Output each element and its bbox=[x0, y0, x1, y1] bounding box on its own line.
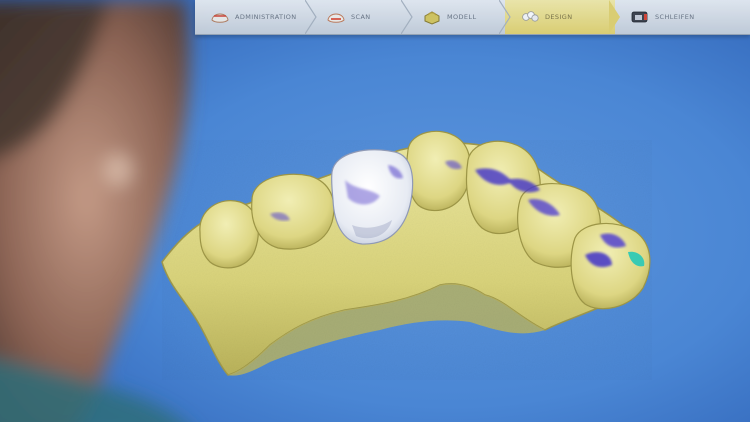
step-separator bbox=[609, 0, 620, 34]
step-schleifen[interactable]: SCHLEIFEN bbox=[615, 0, 729, 34]
step-label: SCHLEIFEN bbox=[655, 13, 695, 21]
step-label: ADMINISTRATION bbox=[235, 13, 297, 21]
step-label: SCAN bbox=[351, 13, 371, 21]
step-design[interactable]: DESIGN bbox=[505, 0, 620, 34]
tooth-canine[interactable] bbox=[251, 173, 335, 250]
milling-machine-icon bbox=[629, 6, 651, 28]
step-scan[interactable]: SCAN bbox=[311, 0, 413, 34]
crown-design-icon bbox=[519, 6, 541, 28]
step-label: DESIGN bbox=[545, 13, 573, 21]
step-separator bbox=[305, 0, 317, 34]
scan-teeth-icon bbox=[325, 6, 347, 28]
step-administration[interactable]: ADMINISTRATION bbox=[195, 0, 317, 34]
model-block-icon bbox=[421, 6, 443, 28]
scene-svg bbox=[0, 0, 750, 422]
step-modell[interactable]: MODELL bbox=[407, 0, 511, 34]
jaw-arch-icon bbox=[209, 6, 231, 28]
tooth-premolar-1[interactable] bbox=[406, 130, 472, 212]
cad-viewport[interactable] bbox=[0, 0, 750, 422]
workflow-toolbar: ADMINISTRATION SCAN MODELL DESIGN SCHLEI… bbox=[195, 0, 750, 35]
step-label: MODELL bbox=[447, 13, 477, 21]
step-separator bbox=[499, 0, 511, 34]
tooth-incisor-left[interactable] bbox=[199, 200, 259, 269]
step-separator bbox=[401, 0, 413, 34]
